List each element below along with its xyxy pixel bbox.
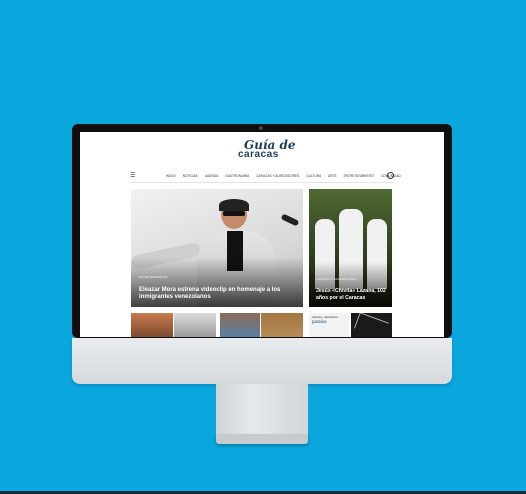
website-screen: Guía de caracas ☰ INICIO NOTICIAS AGENDA… [80,132,444,337]
logo-main-text: caracas [238,149,279,160]
screen-bezel: Guía de caracas ☰ INICIO NOTICIAS AGENDA… [72,124,452,338]
microphone-icon [280,213,300,227]
imac-stand [216,384,308,434]
nav-item-inicio[interactable]: INICIO [166,174,176,178]
nav-item-noticias[interactable]: NOTICIAS [183,174,198,178]
imac-chin [72,338,452,384]
article-thumbnail[interactable]: Caracas y alrededores paraíso [309,313,349,337]
imac-stand-foot [216,434,308,444]
nav-item-arte[interactable]: ARTE [328,174,336,178]
side-article[interactable]: Caracas y alrededores Jesús «Chivita» La… [309,189,392,307]
article-thumbnail[interactable] [174,313,216,337]
hero-category[interactable]: Entretenimiento [139,275,168,279]
article-thumbnail[interactable] [261,313,303,337]
article-thumbnail[interactable] [220,313,260,337]
side-category[interactable]: Caracas y alrededores [316,277,357,281]
site-logo[interactable]: Guía de caracas [238,138,298,164]
thumbnail-label: Caracas y alrededores [312,316,339,319]
imac-device: Guía de caracas ☰ INICIO NOTICIAS AGENDA… [72,124,452,384]
nav-items: INICIO NOTICIAS AGENDA GASTRONOMÍA CARAC… [166,174,401,178]
nav-item-caracas[interactable]: CARACAS Y ALREDEDORES [256,174,299,178]
hero-article[interactable]: Entretenimiento Eleazar Mora estrena vid… [131,189,303,307]
hamburger-icon[interactable]: ☰ [130,172,135,179]
nav-item-agenda[interactable]: AGENDA [205,174,218,178]
hero-headline[interactable]: Eleazar Mora estrena videoclip en homena… [139,287,289,301]
camera-icon [259,126,263,130]
article-thumbnail[interactable] [351,313,392,337]
main-navigation: ☰ INICIO NOTICIAS AGENDA GASTRONOMÍA CAR… [130,172,401,183]
nav-item-cultura[interactable]: CULTURA [306,174,321,178]
article-thumbnail[interactable] [131,313,173,337]
thumbnail-logo: paraíso [312,320,327,325]
search-icon[interactable] [387,172,394,179]
side-headline[interactable]: Jesús «Chivita» Lazana, 102 años por el … [316,288,388,301]
nav-item-entretenimiento[interactable]: ENTRETENIMIENTO [344,174,374,178]
nav-item-gastronomia[interactable]: GASTRONOMÍA [225,174,249,178]
